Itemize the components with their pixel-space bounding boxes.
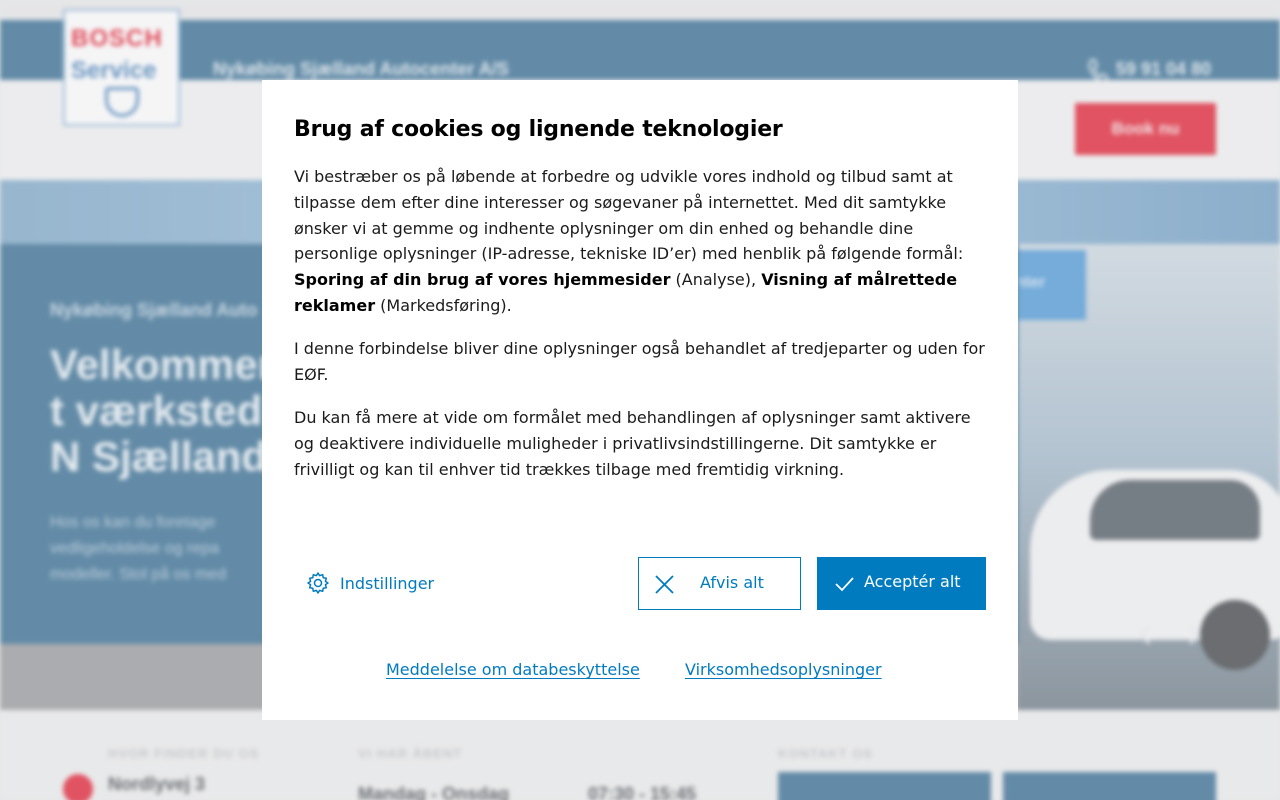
company-info-link[interactable]: Virksomhedsoplysninger xyxy=(685,660,882,679)
gear-icon xyxy=(307,572,329,594)
checkmark-icon xyxy=(835,577,854,592)
dialog-paragraph-1: Vi bestræber os på løbende at forbedre o… xyxy=(294,164,986,319)
close-icon xyxy=(655,575,674,594)
cookie-consent-dialog: Brug af cookies og lignende teknologier … xyxy=(262,80,1018,720)
reject-all-button[interactable]: Afvis alt xyxy=(638,557,801,610)
paragraph-1-mid: (Analyse), xyxy=(670,270,762,290)
dialog-paragraph-3: Du kan få mere at vide om formålet med b… xyxy=(294,408,971,479)
dialog-title: Brug af cookies og lignende teknologier xyxy=(294,117,783,142)
purpose-analytics: Sporing af din brug af vores hjemmesider xyxy=(294,270,671,290)
paragraph-1-text: Vi bestræber os på løbende at forbedre o… xyxy=(294,167,964,264)
accept-all-button[interactable]: Acceptér alt xyxy=(817,557,986,610)
settings-button[interactable]: Indstillinger xyxy=(306,560,434,606)
dialog-paragraph-2: I denne forbindelse bliver dine oplysnin… xyxy=(294,339,985,384)
accept-all-label: Acceptér alt xyxy=(864,572,961,591)
reject-all-label: Afvis alt xyxy=(700,573,764,592)
settings-label: Indstillinger xyxy=(340,573,435,593)
privacy-notice-link[interactable]: Meddelelse om databeskyttelse xyxy=(386,660,640,679)
paragraph-1-end: (Markedsføring). xyxy=(375,295,512,315)
